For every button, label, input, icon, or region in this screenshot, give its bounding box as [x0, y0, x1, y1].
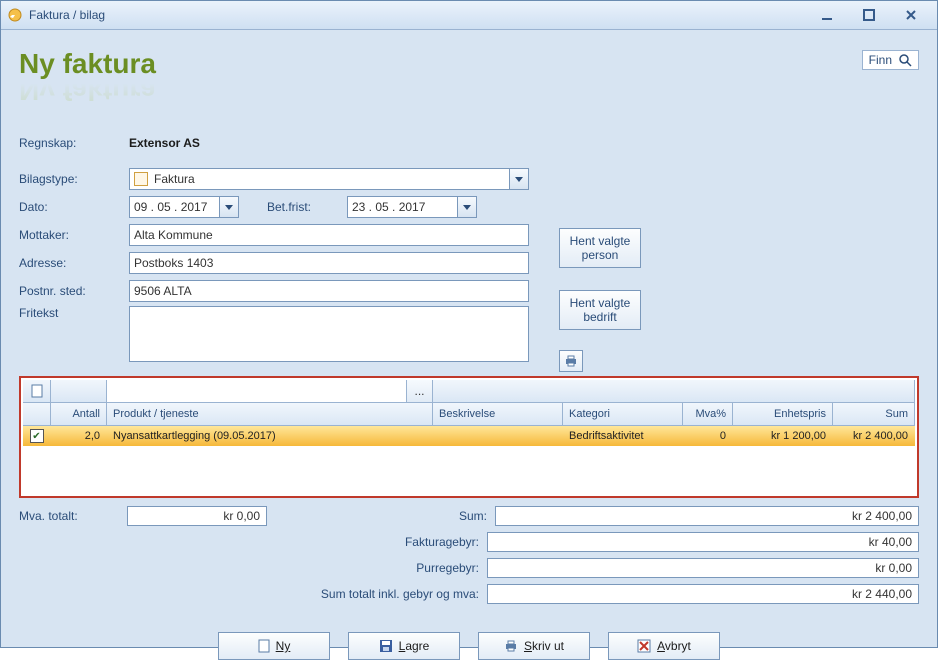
betfrist-value: 23 . 05 . 2017 — [352, 200, 425, 214]
save-icon — [379, 639, 393, 653]
new-line-icon[interactable] — [23, 380, 51, 402]
search-icon — [898, 53, 912, 67]
postnr-input[interactable]: 9506 ALTA — [129, 280, 529, 302]
dato-value: 09 . 05 . 2017 — [134, 200, 207, 214]
cell-produkt: Nyansattkartlegging (09.05.2017) — [107, 430, 433, 442]
purregebyr-label: Purregebyr: — [259, 561, 487, 575]
col-beskrivelse[interactable]: Beskrivelse — [433, 403, 563, 425]
cell-sum: kr 2 400,00 — [833, 430, 915, 442]
hent-person-button[interactable]: Hent valgte person — [559, 228, 641, 268]
document-icon — [134, 172, 148, 186]
skrivut-button[interactable]: Skriv ut — [478, 632, 590, 660]
finn-label: Finn — [869, 53, 892, 67]
window-controls — [815, 6, 931, 24]
cell-mva: 0 — [683, 430, 733, 442]
col-mva[interactable]: Mva% — [683, 403, 733, 425]
col-sum[interactable]: Sum — [833, 403, 915, 425]
dato-label: Dato: — [19, 200, 129, 214]
grand-total-value: kr 2 440,00 — [487, 584, 919, 604]
grand-total-label: Sum totalt inkl. gebyr og mva: — [259, 587, 487, 601]
regnskap-label: Regnskap: — [19, 136, 129, 150]
chevron-down-icon — [219, 197, 238, 217]
purregebyr-value[interactable]: kr 0,00 — [487, 558, 919, 578]
mva-totalt-value: kr 0,00 — [127, 506, 267, 526]
col-kategori[interactable]: Kategori — [563, 403, 683, 425]
new-icon — [258, 639, 270, 653]
cancel-icon — [637, 639, 651, 653]
page-title-reflection: Ny faktura — [19, 74, 919, 106]
postnr-label: Postnr. sted: — [19, 284, 129, 298]
betfrist-input[interactable]: 23 . 05 . 2017 — [347, 196, 477, 218]
regnskap-value: Extensor AS — [129, 136, 200, 150]
hent-bedrift-button[interactable]: Hent valgte bedrift — [559, 290, 641, 330]
close-button[interactable] — [899, 6, 923, 24]
grid-header: Antall Produkt / tjeneste Beskrivelse Ka… — [23, 403, 915, 426]
avbryt-button[interactable]: Avbryt — [608, 632, 720, 660]
adresse-input[interactable]: Postboks 1403 — [129, 252, 529, 274]
window-title: Faktura / bilag — [29, 8, 105, 22]
fritekst-label: Fritekst — [19, 306, 129, 320]
sum-label: Sum: — [267, 509, 495, 523]
maximize-button[interactable] — [857, 6, 881, 24]
fakturagebyr-value[interactable]: kr 40,00 — [487, 532, 919, 552]
print-icon-button[interactable] — [559, 350, 583, 372]
minimize-button[interactable] — [815, 6, 839, 24]
grid-browse-button[interactable]: ... — [407, 380, 433, 402]
table-row[interactable]: ✔ 2,0 Nyansattkartlegging (09.05.2017) B… — [23, 426, 915, 446]
form: Regnskap: Extensor AS Bilagstype: Faktur… — [19, 130, 919, 362]
col-antall[interactable]: Antall — [51, 403, 107, 425]
printer-icon — [504, 640, 518, 652]
mottaker-label: Mottaker: — [19, 228, 129, 242]
col-produkt[interactable]: Produkt / tjeneste — [107, 403, 433, 425]
adresse-label: Adresse: — [19, 256, 129, 270]
action-bar: Ny Lagre Skriv ut Avbryt — [19, 632, 919, 660]
app-icon — [7, 7, 23, 23]
bilagstype-label: Bilagstype: — [19, 172, 129, 186]
fakturagebyr-label: Fakturagebyr: — [259, 535, 487, 549]
bilagstype-select[interactable]: Faktura — [129, 168, 529, 190]
cell-kategori: Bedriftsaktivitet — [563, 430, 683, 442]
lagre-button[interactable]: Lagre — [348, 632, 460, 660]
totals: Mva. totalt: kr 0,00 Sum: kr 2 400,00 Fa… — [19, 504, 919, 606]
finn-button[interactable]: Finn — [862, 50, 919, 70]
line-items-grid: ... Antall Produkt / tjeneste Beskrivels… — [19, 376, 919, 498]
grid-search-input[interactable] — [107, 380, 407, 402]
sum-value: kr 2 400,00 — [495, 506, 919, 526]
titlebar: Faktura / bilag — [1, 1, 937, 30]
dato-input[interactable]: 09 . 05 . 2017 — [129, 196, 239, 218]
chevron-down-icon — [457, 197, 476, 217]
cell-antall: 2,0 — [51, 430, 107, 442]
client-area: Finn Ny faktura Ny faktura Regnskap: Ext… — [1, 30, 937, 648]
row-checkbox[interactable]: ✔ — [30, 429, 44, 443]
bilagstype-value: Faktura — [154, 172, 195, 186]
printer-icon — [564, 355, 578, 367]
fritekst-input[interactable] — [129, 306, 529, 362]
ny-button[interactable]: Ny — [218, 632, 330, 660]
mva-totalt-label: Mva. totalt: — [19, 509, 127, 523]
mottaker-input[interactable]: Alta Kommune — [129, 224, 529, 246]
app-window: Faktura / bilag Finn Ny faktura Ny faktu… — [0, 0, 938, 648]
col-enhetspris[interactable]: Enhetspris — [733, 403, 833, 425]
grid-empty-area — [23, 446, 915, 494]
betfrist-label: Bet.frist: — [267, 200, 347, 214]
grid-toolbar: ... — [23, 380, 915, 403]
chevron-down-icon — [509, 169, 528, 189]
cell-enhetspris: kr 1 200,00 — [733, 430, 833, 442]
